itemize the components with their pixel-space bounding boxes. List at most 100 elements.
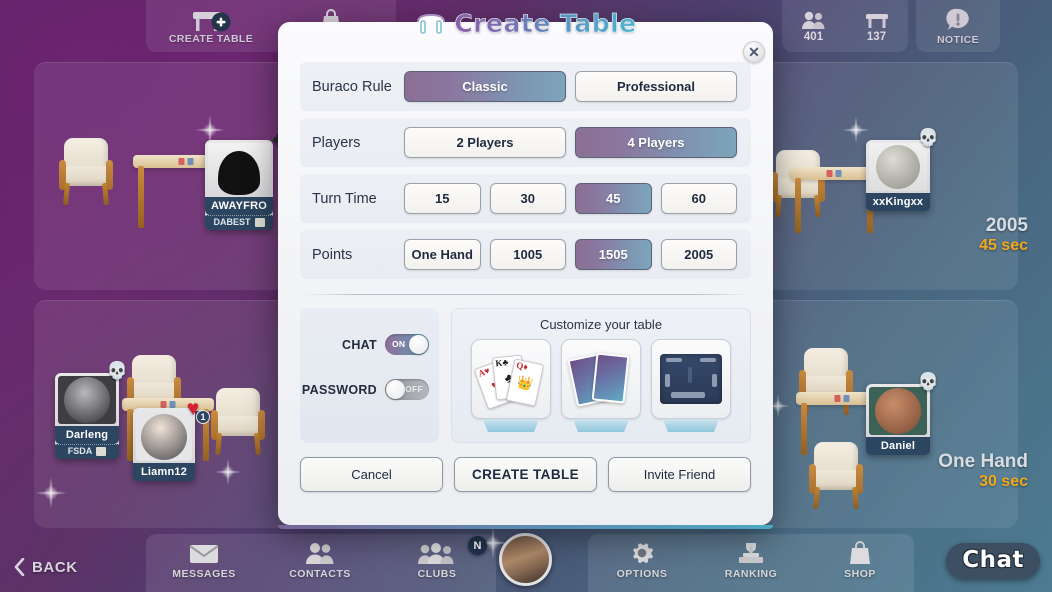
table-turn-time: 45 sec (979, 236, 1028, 254)
section-divider (303, 294, 748, 295)
table-info: One Hand 30 sec (938, 451, 1028, 490)
heart-icon: ♥ 1 (180, 396, 210, 424)
players-options: 2 Players 4 Players (404, 127, 751, 158)
bottom-bar: BACK MESSAGES CONTACTS CLUBS N OPTIONS R… (0, 530, 1052, 592)
people-icon (801, 11, 824, 29)
customize-title: Customize your table (539, 317, 663, 332)
setting-row-buraco-rule: Buraco Rule Classic Professional (300, 62, 751, 111)
password-toggle[interactable]: OFF (385, 379, 429, 400)
buraco-rule-options: Classic Professional (404, 71, 751, 102)
player-name: Darleng (55, 426, 119, 444)
envelope-icon (189, 545, 219, 563)
invite-friend-button[interactable]: Invite Friend (608, 457, 751, 492)
back-label: BACK (32, 558, 78, 576)
turn-time-label: Turn Time (312, 190, 377, 207)
chat-button[interactable]: Chat (946, 543, 1040, 579)
chair-decoration (809, 442, 863, 512)
option-turn-60[interactable]: 60 (660, 183, 737, 214)
table-plus-icon (193, 11, 231, 31)
password-toggle-row: PASSWORD OFF (302, 379, 429, 400)
option-4-players[interactable]: 4 Players (575, 127, 737, 158)
bottom-left-group: MESSAGES CONTACTS CLUBS N (146, 534, 496, 592)
tile-base (662, 419, 720, 432)
notice-label: NOTICE (936, 33, 980, 46)
password-label: PASSWORD (301, 382, 377, 397)
card-fan-icon: A♥♥ K♣♣ Q♦👑 (473, 351, 545, 410)
cancel-button[interactable]: Cancel (300, 457, 443, 492)
bottom-item-shop[interactable]: SHOP (806, 534, 914, 592)
mid-section: CHAT ON PASSWORD OFF Customize your tabl… (300, 308, 751, 443)
table-surface-icon (660, 354, 722, 404)
group-icon (418, 543, 454, 564)
create-table-modal: Create Table ✕ Buraco Rule Classic Profe… (278, 9, 773, 529)
player-card[interactable]: xxKingxx 💀 (866, 129, 939, 211)
player-card[interactable]: Liamn12 ♥ 1 (133, 398, 210, 481)
bottom-item-contacts[interactable]: CONTACTS (262, 534, 378, 592)
tables-count-stat[interactable]: 137 (845, 0, 908, 52)
options-label: OPTIONS (616, 568, 668, 580)
option-points-1005[interactable]: 1005 (489, 239, 566, 270)
clubs-label: CLUBS (417, 568, 457, 580)
option-turn-45[interactable]: 45 (575, 183, 652, 214)
tile-base (572, 419, 630, 432)
top-stats-group: 401 137 (782, 0, 908, 52)
chat-toggle-row: CHAT ON (310, 334, 429, 355)
setting-row-players: Players 2 Players 4 Players (300, 118, 751, 167)
option-turn-15[interactable]: 15 (404, 183, 481, 214)
chat-label: CHAT (342, 337, 377, 352)
table-surface-tile-wrap (651, 339, 731, 432)
bottom-item-clubs[interactable]: CLUBS N (378, 534, 496, 592)
back-button[interactable]: BACK (14, 558, 78, 576)
table-surface-tile[interactable] (651, 339, 731, 419)
option-points-2005[interactable]: 2005 (660, 239, 737, 270)
players-online-count: 401 (803, 30, 824, 43)
player-card[interactable]: AWAYFRO DABEST ♣2 (205, 128, 294, 230)
create-table-button[interactable]: CREATE TABLE (454, 457, 597, 492)
points-options: One Hand 1005 1505 2005 (404, 239, 751, 270)
clubs-badge: N (468, 536, 487, 555)
create-table-button[interactable]: CREATE TABLE (146, 0, 276, 52)
password-toggle-state: OFF (405, 384, 423, 394)
toggle-panel: CHAT ON PASSWORD OFF (300, 308, 439, 443)
tables-count: 137 (866, 30, 887, 43)
notice-button[interactable]: NOTICE (916, 0, 1000, 52)
player-name: xxKingxx (866, 193, 930, 211)
tile-base (482, 419, 540, 432)
bottom-item-options[interactable]: OPTIONS (588, 534, 696, 592)
option-2-players[interactable]: 2 Players (404, 127, 566, 158)
customize-panel: Customize your table A♥♥ K♣♣ Q♦👑 (451, 308, 751, 443)
player-card[interactable]: Daniel 💀 (866, 373, 939, 455)
customize-tiles: A♥♥ K♣♣ Q♦👑 (462, 339, 740, 432)
option-points-one-hand[interactable]: One Hand (404, 239, 481, 270)
player-name: Daniel (866, 437, 930, 455)
players-online-stat[interactable]: 401 (782, 0, 845, 52)
bottom-item-messages[interactable]: MESSAGES (146, 534, 262, 592)
player-club: FSDA (55, 444, 119, 459)
card-faces-tile[interactable]: A♥♥ K♣♣ Q♦👑 (471, 339, 551, 419)
option-points-1505[interactable]: 1505 (575, 239, 652, 270)
card-backs-tile[interactable] (561, 339, 641, 419)
avatar[interactable] (499, 533, 552, 586)
players-label: Players (312, 134, 361, 151)
modal-actions: Cancel CREATE TABLE Invite Friend (300, 457, 751, 492)
card-back-icon (591, 352, 630, 404)
option-professional[interactable]: Professional (575, 71, 737, 102)
chevron-left-icon (14, 558, 25, 576)
table-icon (865, 13, 888, 28)
shop-label: SHOP (844, 568, 876, 580)
chat-toggle[interactable]: ON (385, 334, 429, 355)
points-label: Points (312, 246, 353, 263)
setting-row-turn-time: Turn Time 15 30 45 60 (300, 174, 751, 223)
table-info: 2005 45 sec (979, 215, 1028, 254)
chair-decoration (211, 388, 265, 458)
player-card[interactable]: Darleng FSDA 💀 (55, 362, 128, 459)
bottom-right-group: OPTIONS RANKING SHOP (588, 534, 914, 592)
table-points: 2005 (985, 215, 1028, 236)
table-decoration (790, 167, 878, 233)
option-turn-30[interactable]: 30 (489, 183, 566, 214)
contacts-label: CONTACTS (289, 568, 351, 580)
bottom-item-ranking[interactable]: RANKING (696, 534, 806, 592)
speech-bubble-icon (946, 8, 969, 30)
close-icon[interactable]: ✕ (743, 41, 765, 63)
option-classic[interactable]: Classic (404, 71, 566, 102)
